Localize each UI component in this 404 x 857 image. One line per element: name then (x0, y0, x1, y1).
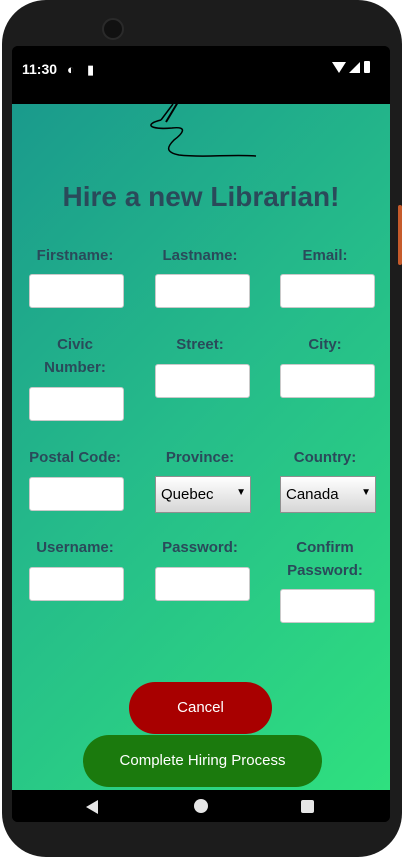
lastname-label: Lastname: (162, 247, 238, 264)
home-icon[interactable] (194, 799, 208, 813)
province-select[interactable]: Quebec ▼ (155, 476, 251, 513)
dropdown-arrow-icon: ▼ (361, 487, 371, 498)
hire-librarian-screen: Hire a new Librarian! Firstname: Lastnam… (12, 101, 390, 790)
password-input[interactable] (155, 567, 250, 601)
screen: 11:30 ◐ ▮ Hire a new Librarian! Firstnam… (12, 46, 390, 822)
battery-icon (364, 61, 370, 73)
city-input[interactable] (280, 364, 375, 398)
country-select[interactable]: Canada ▼ (280, 476, 376, 513)
civic-number-input[interactable] (29, 387, 124, 421)
province-selected-value: Quebec (161, 486, 214, 503)
confirm-password-input[interactable] (280, 589, 375, 623)
status-time: 11:30 (22, 61, 58, 77)
postal-code-input[interactable] (29, 477, 124, 511)
complete-hiring-button[interactable]: Complete Hiring Process (83, 735, 322, 787)
lastname-input[interactable] (155, 274, 250, 308)
back-icon[interactable] (86, 800, 98, 814)
dropdown-arrow-icon: ▼ (236, 487, 246, 498)
phone-frame: 11:30 ◐ ▮ Hire a new Librarian! Firstnam… (2, 0, 402, 857)
confirm-password-label: Confirm Password: (287, 539, 363, 579)
recents-icon[interactable] (301, 800, 314, 813)
password-label: Password: (162, 539, 238, 556)
street-input[interactable] (155, 364, 250, 398)
city-label: City: (308, 336, 342, 353)
email-input[interactable] (280, 274, 375, 308)
wifi-icon (332, 62, 346, 73)
firstname-input[interactable] (29, 274, 124, 308)
front-camera (102, 18, 124, 40)
username-input[interactable] (29, 567, 124, 601)
navigation-bar (12, 790, 390, 822)
pen-signature-icon (150, 101, 257, 157)
country-selected-value: Canada (286, 486, 339, 503)
username-label: Username: (36, 539, 114, 556)
cancel-button[interactable]: Cancel (129, 682, 272, 734)
sd-card-icon: ▮ (87, 62, 95, 77)
status-bar: 11:30 ◐ ▮ (12, 46, 390, 104)
province-label: Province: (165, 449, 235, 466)
power-button (398, 205, 402, 265)
postal-code-label: Postal Code: (29, 449, 121, 466)
page-title: Hire a new Librarian! (62, 181, 340, 212)
firstname-label: Firstname: (36, 247, 114, 264)
circle-app-icon: ◐ (67, 62, 75, 77)
street-label: Street: (176, 336, 224, 353)
email-label: Email: (302, 247, 348, 264)
civic-number-label: Civic Number: (44, 336, 106, 376)
country-label: Country: (293, 449, 357, 466)
signal-icon (349, 62, 360, 73)
